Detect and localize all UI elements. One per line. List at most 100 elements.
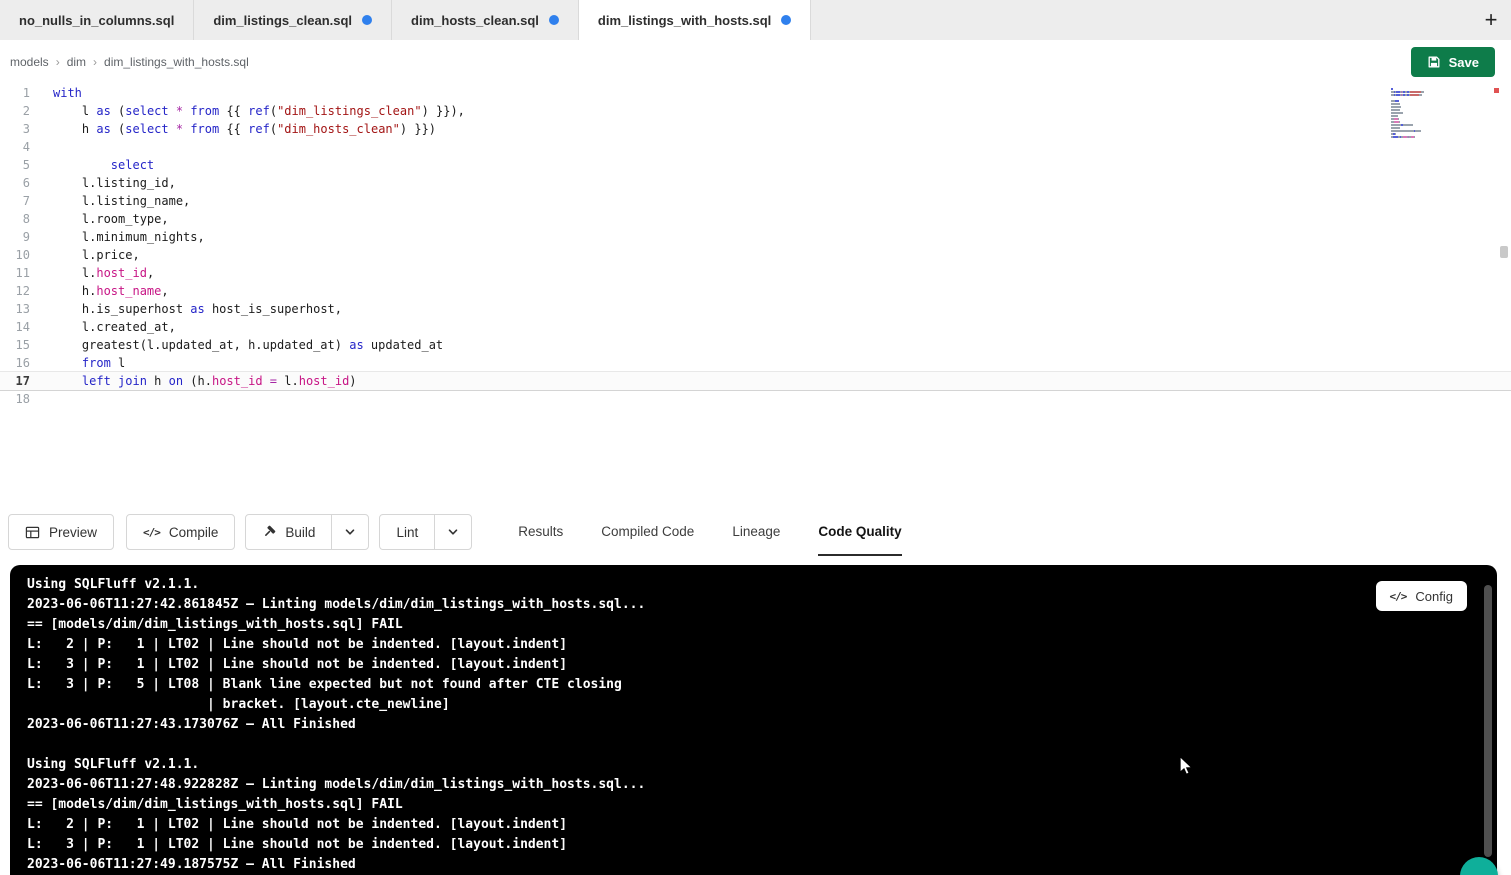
action-bar: Preview </> Compile Build xyxy=(0,508,1511,556)
build-icon xyxy=(262,525,276,539)
line-number: 7 xyxy=(0,192,30,210)
code-line[interactable]: 6 l.listing_id, xyxy=(0,174,1511,192)
breadcrumb-item[interactable]: dim_listings_with_hosts.sql xyxy=(104,55,249,69)
tab-label: no_nulls_in_columns.sql xyxy=(19,13,174,28)
terminal-line: == [models/dim/dim_listings_with_hosts.s… xyxy=(27,615,1457,635)
line-number: 17 xyxy=(0,372,30,390)
line-number: 9 xyxy=(0,228,30,246)
lint-dropdown-button[interactable] xyxy=(434,514,472,550)
panel-tab-lineage[interactable]: Lineage xyxy=(732,508,780,556)
terminal-line: L: 3 | P: 1 | LT02 | Line should not be … xyxy=(27,655,1457,675)
minimap-line xyxy=(1391,112,1463,114)
terminal-line: 2023-06-06T11:27:49.187575Z — All Finish… xyxy=(27,855,1457,875)
code-line[interactable]: 11 l.host_id, xyxy=(0,264,1511,282)
code-text: l as (select * from {{ ref("dim_listings… xyxy=(53,102,465,120)
code-text: h as (select * from {{ ref("dim_hosts_cl… xyxy=(53,120,436,138)
breadcrumb-item[interactable]: dim xyxy=(67,55,86,69)
terminal-line: 2023-06-06T11:27:43.173076Z — All Finish… xyxy=(27,715,1457,735)
panel-tab-code-quality[interactable]: Code Quality xyxy=(818,508,901,556)
code-text: l.host_id, xyxy=(53,264,154,282)
code-lines: 1with2 l as (select * from {{ ref("dim_l… xyxy=(0,84,1511,408)
minimap-line xyxy=(1391,100,1463,102)
file-header-bar: models›dim›dim_listings_with_hosts.sql S… xyxy=(0,40,1511,84)
terminal-scrollbar-thumb[interactable] xyxy=(1484,585,1492,857)
minimap-line xyxy=(1391,133,1463,135)
modified-indicator-icon xyxy=(549,15,559,25)
line-number: 5 xyxy=(0,156,30,174)
code-line[interactable]: 18 xyxy=(0,390,1511,408)
code-line[interactable]: 16 from l xyxy=(0,354,1511,372)
code-line[interactable]: 1with xyxy=(0,84,1511,102)
code-line[interactable]: 7 l.listing_name, xyxy=(0,192,1511,210)
line-number: 15 xyxy=(0,336,30,354)
minimap-line xyxy=(1391,94,1463,96)
minimap-line xyxy=(1391,91,1463,93)
editor-tabs: no_nulls_in_columns.sql dim_listings_clea… xyxy=(0,0,811,40)
minimap-line xyxy=(1391,109,1463,111)
modified-indicator-icon xyxy=(362,15,372,25)
editor-scrollbar-thumb[interactable] xyxy=(1500,246,1508,258)
editor-tab[interactable]: dim_hosts_clean.sql xyxy=(392,0,579,40)
code-line[interactable]: 5 select xyxy=(0,156,1511,174)
lint-button[interactable]: Lint xyxy=(379,514,435,550)
code-line[interactable]: 2 l as (select * from {{ ref("dim_listin… xyxy=(0,102,1511,120)
build-button[interactable]: Build xyxy=(245,514,332,550)
line-number: 3 xyxy=(0,120,30,138)
chevron-down-icon xyxy=(447,526,459,538)
panel-tab-compiled-code[interactable]: Compiled Code xyxy=(601,508,694,556)
code-line[interactable]: 4 xyxy=(0,138,1511,156)
terminal-line: == [models/dim/dim_listings_with_hosts.s… xyxy=(27,795,1457,815)
scrollbar-error-marker xyxy=(1494,88,1499,93)
code-line[interactable]: 3 h as (select * from {{ ref("dim_hosts_… xyxy=(0,120,1511,138)
dbt-ide-app: no_nulls_in_columns.sql dim_listings_clea… xyxy=(0,0,1511,875)
minimap-line xyxy=(1391,121,1463,123)
code-text: l.room_type, xyxy=(53,210,169,228)
panel-tab-results[interactable]: Results xyxy=(518,508,563,556)
lint-button-group: Lint xyxy=(379,514,472,550)
terminal-line: 2023-06-06T11:27:42.861845Z — Linting mo… xyxy=(27,595,1457,615)
code-line[interactable]: 10 l.price, xyxy=(0,246,1511,264)
code-text: with xyxy=(53,84,82,102)
build-button-label: Build xyxy=(285,525,315,540)
minimap-line xyxy=(1391,103,1463,105)
terminal-line: Using SQLFluff v2.1.1. xyxy=(27,755,1457,775)
terminal-line: 2023-06-06T11:27:48.922828Z — Linting mo… xyxy=(27,775,1457,795)
code-text: h.host_name, xyxy=(53,282,169,300)
code-line[interactable]: 8 l.room_type, xyxy=(0,210,1511,228)
line-number: 4 xyxy=(0,138,30,156)
editor-tab[interactable]: dim_listings_with_hosts.sql xyxy=(579,0,811,40)
code-line[interactable]: 9 l.minimum_nights, xyxy=(0,228,1511,246)
preview-icon xyxy=(25,525,40,540)
editor-tab[interactable]: no_nulls_in_columns.sql xyxy=(0,0,194,40)
code-line[interactable]: 13 h.is_superhost as host_is_superhost, xyxy=(0,300,1511,318)
code-line[interactable]: 17 left join h on (h.host_id = l.host_id… xyxy=(0,372,1511,390)
minimap-line xyxy=(1391,106,1463,108)
build-dropdown-button[interactable] xyxy=(331,514,369,550)
minimap-line xyxy=(1391,127,1463,129)
line-number: 13 xyxy=(0,300,30,318)
breadcrumb-item[interactable]: models xyxy=(10,55,49,69)
minimap-line xyxy=(1391,115,1463,117)
code-line[interactable]: 14 l.created_at, xyxy=(0,318,1511,336)
code-icon: </> xyxy=(1390,590,1407,603)
code-editor[interactable]: 1with2 l as (select * from {{ ref("dim_l… xyxy=(0,84,1511,508)
code-line[interactable]: 15 greatest(l.updated_at, h.updated_at) … xyxy=(0,336,1511,354)
line-number: 16 xyxy=(0,354,30,372)
line-number: 11 xyxy=(0,264,30,282)
save-button[interactable]: Save xyxy=(1411,47,1495,77)
line-number: 12 xyxy=(0,282,30,300)
terminal-output: Using SQLFluff v2.1.1.2023-06-06T11:27:4… xyxy=(10,565,1497,875)
editor-minimap[interactable] xyxy=(1391,88,1463,142)
new-tab-button[interactable]: + xyxy=(1471,0,1511,40)
editor-tab-bar: no_nulls_in_columns.sql dim_listings_clea… xyxy=(0,0,1511,40)
preview-button[interactable]: Preview xyxy=(8,514,114,550)
code-text: greatest(l.updated_at, h.updated_at) as … xyxy=(53,336,443,354)
code-text: h.is_superhost as host_is_superhost, xyxy=(53,300,342,318)
editor-tab[interactable]: dim_listings_clean.sql xyxy=(194,0,392,40)
modified-indicator-icon xyxy=(781,15,791,25)
code-text: l.created_at, xyxy=(53,318,176,336)
compile-button[interactable]: </> Compile xyxy=(126,514,235,550)
breadcrumb-separator: › xyxy=(93,55,97,69)
code-line[interactable]: 12 h.host_name, xyxy=(0,282,1511,300)
config-button[interactable]: </> Config xyxy=(1376,581,1467,611)
